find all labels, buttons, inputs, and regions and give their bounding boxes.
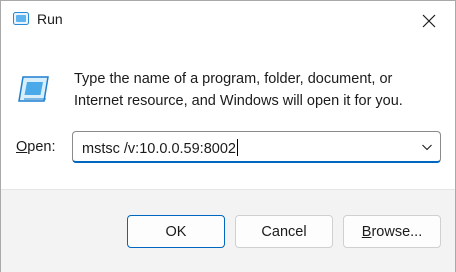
browse-button[interactable]: Browse... [343,215,441,248]
run-dialog: Run Type the name of a program, folder, … [0,0,456,272]
instructions-line-2: Internet resource, and Windows will open… [74,93,403,109]
cancel-button[interactable]: Cancel [235,215,333,248]
run-icon [13,12,29,25]
instructions-line-1: Type the name of a program, folder, docu… [74,71,393,87]
open-label-mnemonic: O [16,139,28,155]
button-bar: OK Cancel Browse... [1,189,455,272]
run-icon [18,76,49,102]
chevron-down-icon[interactable] [420,140,434,154]
title-bar: Run [1,1,455,39]
open-combobox[interactable]: mstsc /v:10.0.0.59:8002 [72,131,441,163]
open-label: Open: [16,139,56,155]
browse-label-rest: rowse... [371,223,423,240]
close-button[interactable] [411,7,447,35]
open-label-rest: pen: [27,139,56,155]
window-title: Run [37,11,63,27]
close-icon [422,14,436,28]
text-caret [236,139,238,156]
open-input-value: mstsc /v:10.0.0.59:8002 [82,141,236,157]
instructions-text: Type the name of a program, folder, docu… [74,68,434,112]
open-input[interactable]: mstsc /v:10.0.0.59:8002 [82,139,238,157]
browse-mnemonic: B [361,223,372,240]
ok-button[interactable]: OK [127,215,225,248]
